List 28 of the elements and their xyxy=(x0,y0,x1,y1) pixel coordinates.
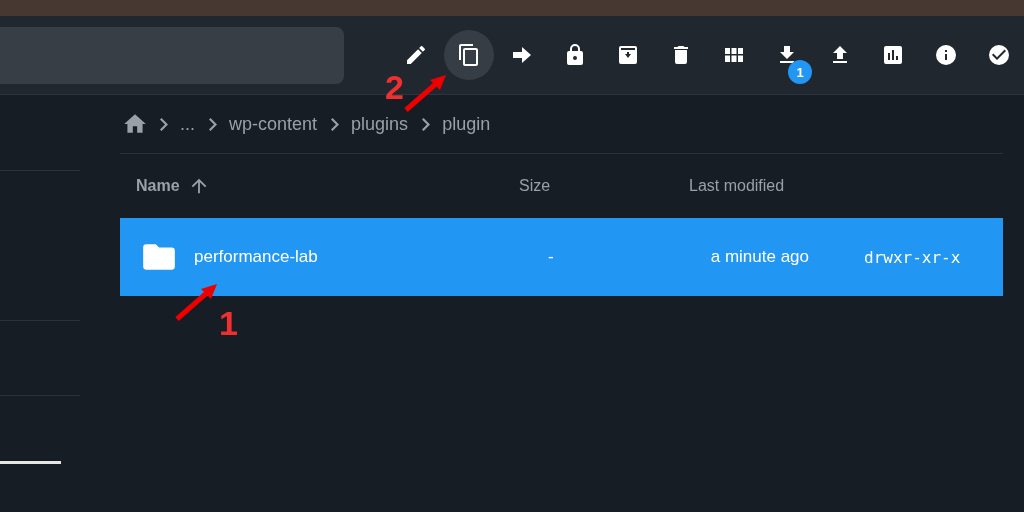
search-field[interactable] xyxy=(0,26,344,84)
chevron-icon xyxy=(331,117,340,131)
file-name: performance-lab xyxy=(194,247,318,267)
breadcrumb-link[interactable]: ... xyxy=(180,113,195,135)
copy-icon xyxy=(457,43,481,67)
column-header[interactable]: Last modified xyxy=(689,177,785,195)
annotation-arrow xyxy=(403,73,448,113)
chevron-icon xyxy=(209,117,217,131)
annotation-number: 2 xyxy=(385,70,404,104)
count-badge: 1 xyxy=(788,60,812,84)
breadcrumb-link[interactable]: plugin xyxy=(442,113,491,135)
bar-chart-icon xyxy=(881,43,905,67)
pencil-icon xyxy=(404,43,428,67)
column-header[interactable]: Name xyxy=(136,177,180,195)
copy-button[interactable] xyxy=(444,30,494,80)
breadcrumb-link[interactable]: wp-content xyxy=(229,113,318,135)
archive-icon xyxy=(616,43,640,67)
chevron-icon xyxy=(422,117,431,131)
file-permissions: drwxr-xr-x xyxy=(864,247,961,267)
annotation-arrow xyxy=(175,282,219,322)
sidebar-indicator xyxy=(0,461,61,464)
breadcrumb-link[interactable]: plugins xyxy=(351,113,409,135)
file-size: - xyxy=(548,247,554,266)
info-icon xyxy=(934,43,958,67)
annotation-number: 1 xyxy=(219,306,238,340)
modified-time: a minute ago xyxy=(710,247,809,266)
column-header[interactable]: Size xyxy=(519,177,551,195)
chevron-icon xyxy=(160,117,168,131)
